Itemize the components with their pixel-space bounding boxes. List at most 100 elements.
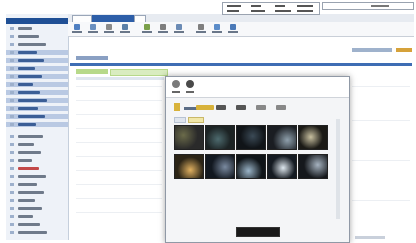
search-icon[interactable] bbox=[172, 80, 180, 88]
image-thumbnail[interactable] bbox=[267, 154, 297, 179]
sidebar-item-label bbox=[18, 123, 36, 126]
module-icon bbox=[10, 67, 14, 70]
dialog-header bbox=[166, 77, 349, 98]
folder-icon[interactable] bbox=[174, 103, 180, 111]
new-icon[interactable] bbox=[74, 24, 80, 30]
sidebar-item-label bbox=[18, 199, 35, 202]
sidebar-item[interactable] bbox=[6, 42, 68, 47]
top-right-grid bbox=[222, 2, 320, 15]
page-icon bbox=[10, 191, 14, 194]
sidebar-item-label bbox=[18, 175, 46, 178]
ribbon-label bbox=[212, 31, 222, 33]
sidebar-nav bbox=[6, 14, 69, 240]
sidebar-item[interactable] bbox=[6, 158, 68, 163]
view-tab-2[interactable] bbox=[188, 117, 204, 123]
sidebar-item[interactable] bbox=[6, 98, 68, 103]
status-badge bbox=[396, 48, 412, 52]
settings-icon[interactable] bbox=[198, 24, 204, 30]
folder-icon bbox=[10, 27, 14, 30]
link-icon[interactable] bbox=[160, 24, 166, 30]
thumbnail-grid bbox=[174, 125, 330, 181]
save-icon[interactable] bbox=[122, 24, 128, 30]
field-row bbox=[76, 77, 164, 80]
image-thumbnail[interactable] bbox=[298, 154, 328, 179]
folder-icon[interactable] bbox=[196, 105, 214, 110]
view-tab-1[interactable] bbox=[174, 117, 186, 123]
sidebar-item[interactable] bbox=[6, 166, 68, 171]
sidebar-item-label bbox=[18, 43, 46, 46]
module-icon bbox=[10, 99, 14, 102]
image-thumbnail[interactable] bbox=[205, 125, 235, 150]
delete-icon[interactable] bbox=[276, 105, 286, 110]
sidebar-item[interactable] bbox=[6, 142, 68, 147]
image-thumbnail[interactable] bbox=[267, 125, 297, 150]
module-icon bbox=[10, 83, 14, 86]
image-thumbnail[interactable] bbox=[174, 125, 204, 150]
page-icon bbox=[10, 183, 14, 186]
sidebar-item-label bbox=[18, 67, 35, 70]
section-title bbox=[76, 56, 108, 60]
module-icon bbox=[10, 59, 14, 62]
page-icon bbox=[10, 223, 14, 226]
sidebar-item[interactable] bbox=[6, 58, 68, 63]
sort-icon[interactable] bbox=[256, 105, 266, 110]
sidebar-item[interactable] bbox=[6, 214, 68, 219]
title-input[interactable] bbox=[110, 69, 168, 76]
image-thumbnail[interactable] bbox=[298, 125, 328, 150]
sidebar-item[interactable] bbox=[6, 190, 68, 195]
sidebar-item[interactable] bbox=[6, 174, 68, 179]
page-icon bbox=[10, 167, 14, 170]
sidebar-item-label bbox=[18, 75, 42, 78]
help-icon[interactable] bbox=[230, 24, 236, 30]
page-icon bbox=[10, 135, 14, 138]
sidebar-item[interactable] bbox=[6, 114, 68, 119]
image-icon[interactable] bbox=[176, 24, 182, 30]
sidebar-item-label bbox=[18, 167, 39, 170]
sidebar-item[interactable] bbox=[6, 222, 68, 227]
sidebar-item[interactable] bbox=[6, 66, 68, 71]
tool-label bbox=[186, 91, 194, 93]
preview-icon[interactable] bbox=[214, 24, 220, 30]
ribbon-label bbox=[142, 31, 152, 33]
page-icon bbox=[10, 231, 14, 234]
sidebar-item[interactable] bbox=[6, 122, 68, 127]
sidebar-item[interactable] bbox=[6, 182, 68, 187]
search-box[interactable] bbox=[322, 2, 414, 10]
sidebar-item[interactable] bbox=[6, 106, 68, 111]
content-header-bar bbox=[70, 63, 412, 66]
sidebar-item[interactable] bbox=[6, 50, 68, 55]
delete-icon[interactable] bbox=[106, 24, 112, 30]
sidebar-item-label bbox=[18, 143, 34, 146]
sidebar-item[interactable] bbox=[6, 34, 68, 39]
sidebar-item[interactable] bbox=[6, 82, 68, 87]
ribbon-label bbox=[88, 31, 98, 33]
sidebar-item[interactable] bbox=[6, 230, 68, 235]
sidebar-item[interactable] bbox=[6, 134, 68, 139]
dialog-scrollbar[interactable] bbox=[336, 119, 340, 219]
page-icon bbox=[10, 151, 14, 154]
sidebar-item[interactable] bbox=[6, 198, 68, 203]
section-info bbox=[352, 48, 392, 52]
sidebar-item[interactable] bbox=[6, 26, 68, 31]
sidebar-item-label bbox=[18, 27, 32, 30]
image-thumbnail[interactable] bbox=[236, 125, 266, 150]
edit-icon[interactable] bbox=[90, 24, 96, 30]
page-icon bbox=[10, 175, 14, 178]
list-icon[interactable] bbox=[236, 105, 246, 110]
publish-icon[interactable] bbox=[144, 24, 150, 30]
ribbon-label bbox=[120, 31, 130, 33]
sidebar-item[interactable] bbox=[6, 206, 68, 211]
page-icon bbox=[10, 159, 14, 162]
sidebar-item[interactable] bbox=[6, 74, 68, 79]
image-thumbnail[interactable] bbox=[236, 154, 266, 179]
sidebar-item-label bbox=[18, 59, 44, 62]
sidebar-item[interactable] bbox=[6, 90, 68, 95]
ribbon-label bbox=[104, 31, 114, 33]
image-thumbnail[interactable] bbox=[174, 154, 204, 179]
insert-button[interactable] bbox=[236, 227, 280, 237]
sidebar-item-label bbox=[18, 51, 37, 54]
sidebar-item[interactable] bbox=[6, 150, 68, 155]
image-thumbnail[interactable] bbox=[205, 154, 235, 179]
upload-icon[interactable] bbox=[186, 80, 194, 88]
view-icon[interactable] bbox=[216, 105, 226, 110]
